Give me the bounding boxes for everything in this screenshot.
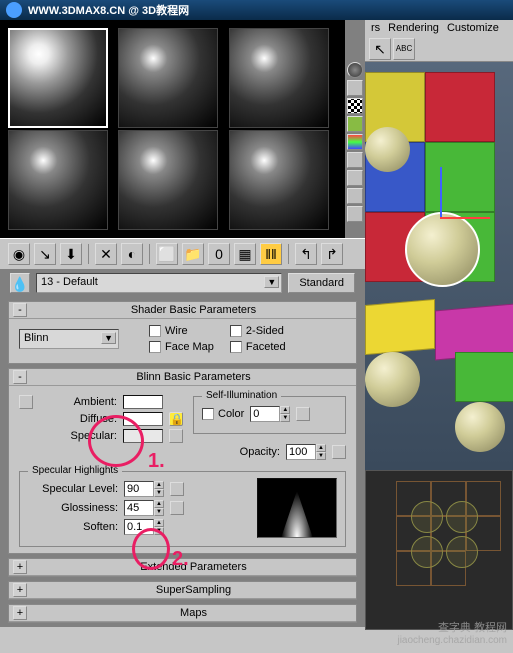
facemap-checkbox[interactable]: Face Map [149,341,214,353]
assign-to-sel-icon[interactable]: ⬇ [60,243,82,265]
menu-item[interactable]: Customize [447,22,499,34]
gizmo-x-axis[interactable] [440,217,490,219]
rollout-title: Blinn Basic Parameters [35,371,352,383]
background-icon[interactable] [347,98,363,114]
specular-map-button[interactable] [169,429,183,443]
glossiness-map-button[interactable] [170,501,184,515]
shader-type-combo[interactable]: Blinn [19,329,119,349]
material-id-icon[interactable]: 0 [208,243,230,265]
sample-tools [345,20,365,238]
color-checkbox[interactable]: Color [202,408,244,420]
2sided-checkbox[interactable]: 2-Sided [230,325,295,337]
material-sample-6[interactable] [229,130,329,230]
make-unique-icon[interactable]: ⬜ [156,243,178,265]
material-sample-grid [0,20,345,238]
sample-type-icon[interactable] [347,62,363,78]
wireframe-viewport[interactable] [365,470,513,630]
get-material-icon[interactable]: ◉ [8,243,30,265]
app-icon [6,2,22,18]
self-illumination-group: Self-Illumination Color ▲▼ [193,396,346,434]
rollout-toggle[interactable]: + [13,560,27,574]
rollout-title: Maps [35,607,352,619]
go-parent-icon[interactable]: ↰ [295,243,317,265]
lock-icon[interactable]: 🔒 [169,412,183,426]
video-check-icon[interactable] [347,134,363,150]
title-bar: WWW.3DMAX8.CN @ 3D教程网 [0,0,513,20]
make-copy-icon[interactable]: ◐ [121,243,143,265]
perspective-viewport[interactable]: rs Rendering Customize ↖ ABC [365,20,513,470]
material-sample-5[interactable] [118,130,218,230]
material-toolbar: ◉ ↘ ⬇ ✕ ◐ ⬜ 📁 0 ▦ ‖‖ ↰ ↱ [0,238,365,269]
shader-rollout: -Shader Basic Parameters Blinn Wire 2-Si… [8,301,357,364]
url-text: WWW.3DMAX8.CN @ 3D教程网 [28,2,189,18]
diffuse-swatch[interactable] [123,412,163,426]
ambient-lock[interactable] [19,395,33,409]
show-end-result-icon[interactable]: ‖‖ [260,243,282,265]
ambient-swatch[interactable] [123,395,163,409]
abc-icon[interactable]: ABC [393,38,415,60]
gizmo-z-axis[interactable] [440,167,442,217]
wire-checkbox[interactable]: Wire [149,325,214,337]
reset-icon[interactable]: ✕ [95,243,117,265]
spec-level-map-button[interactable] [170,482,184,496]
material-type-button[interactable]: Standard [288,273,355,293]
opacity-spinner[interactable]: ▲▼ [286,444,326,460]
rollout-title: SuperSampling [35,584,352,596]
backlight-icon[interactable] [347,80,363,96]
viewport-toolbar: ↖ ABC [365,36,513,62]
rollout-toggle[interactable]: + [13,606,27,620]
extended-rollout: + Extended Parameters [8,558,357,577]
rollout-toggle[interactable]: - [13,303,27,317]
maps-rollout: + Maps [8,604,357,623]
menu-item[interactable]: rs [371,22,380,34]
color-spinner[interactable]: ▲▼ [250,406,290,422]
material-editor-panel: ◉ ↘ ⬇ ✕ ◐ ⬜ 📁 0 ▦ ‖‖ ↰ ↱ 💧 13 - Default … [0,20,365,627]
rollout-title: Shader Basic Parameters [35,304,352,316]
pick-material-icon[interactable]: 💧 [10,273,30,293]
opacity-map-button[interactable] [332,445,346,459]
watermark: 查字典 教程网 jiaocheng.chazidian.com [391,616,513,653]
blinn-rollout: -Blinn Basic Parameters Ambient: Diffuse… [8,368,357,554]
selfillum-map-button[interactable] [296,407,310,421]
highlight-curve [257,478,337,538]
rollout-toggle[interactable]: + [13,583,27,597]
specular-swatch[interactable] [123,429,163,443]
rollout-toggle[interactable]: - [13,370,27,384]
material-sample-2[interactable] [118,28,218,128]
specular-highlights-group: Specular Highlights Specular Level: ▲▼ G… [19,471,346,547]
select-by-mat-icon[interactable] [347,188,363,204]
3d-scene [365,72,513,470]
rollout-title: Extended Parameters [35,561,352,573]
main-menu: rs Rendering Customize [365,20,513,36]
put-to-library-icon[interactable]: 📁 [182,243,204,265]
faceted-checkbox[interactable]: Faceted [230,341,295,353]
specular-level-spinner[interactable]: ▲▼ [124,481,164,497]
material-sample-3[interactable] [229,28,329,128]
sample-uv-icon[interactable] [347,116,363,132]
select-icon[interactable]: ↖ [369,38,391,60]
preview-icon[interactable] [347,152,363,168]
options-icon[interactable] [347,170,363,186]
material-sample-1[interactable] [8,28,108,128]
mat-map-nav-icon[interactable] [347,206,363,222]
material-name-row: 💧 13 - Default Standard [0,269,365,297]
put-to-scene-icon[interactable]: ↘ [34,243,56,265]
soften-spinner[interactable]: ▲▼ [124,519,164,535]
glossiness-spinner[interactable]: ▲▼ [124,500,164,516]
show-map-icon[interactable]: ▦ [234,243,256,265]
material-name-input[interactable]: 13 - Default [36,273,282,293]
go-sibling-icon[interactable]: ↱ [321,243,343,265]
menu-item[interactable]: Rendering [388,22,439,34]
material-sample-4[interactable] [8,130,108,230]
supersampling-rollout: + SuperSampling [8,581,357,600]
